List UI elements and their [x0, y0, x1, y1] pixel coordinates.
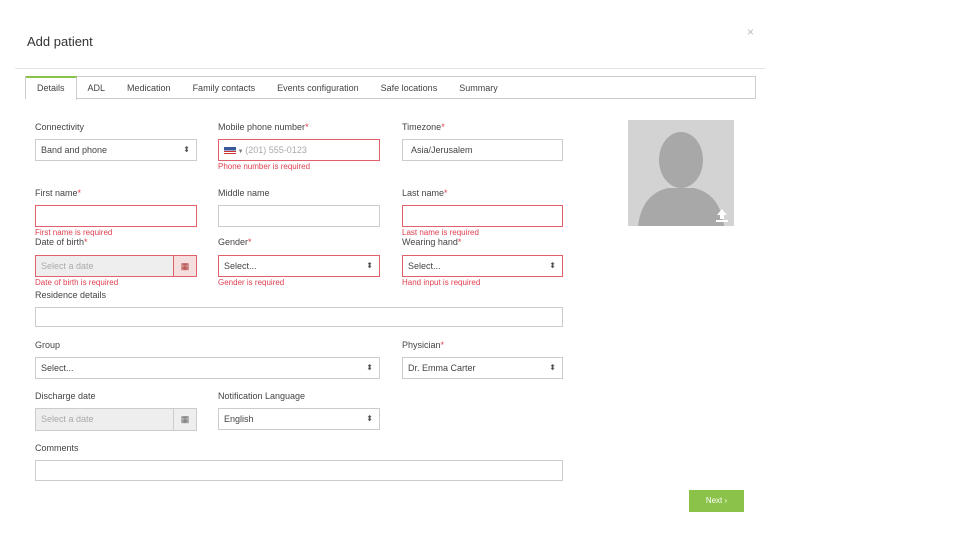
dob-label: Date of birth*: [35, 237, 88, 247]
first-name-label: First name*: [35, 188, 82, 198]
middle-name-label: Middle name: [218, 188, 270, 198]
avatar-upload[interactable]: [628, 120, 734, 226]
calendar-icon[interactable]: ▦: [173, 256, 196, 276]
divider: [15, 68, 765, 69]
us-flag-icon[interactable]: [224, 147, 236, 155]
physician-select[interactable]: Dr. Emma Carter ⬍: [402, 357, 563, 379]
hand-error: Hand input is required: [402, 278, 481, 287]
tab-events-configuration[interactable]: Events configuration: [266, 77, 370, 98]
connectivity-select[interactable]: Band and phone ⬍: [35, 139, 197, 161]
discharge-date-input[interactable]: Select a date ▦: [35, 408, 197, 431]
tab-medication[interactable]: Medication: [116, 77, 182, 98]
select-arrows-icon: ⬍: [366, 363, 373, 372]
select-arrows-icon: ⬍: [366, 414, 373, 423]
mobile-placeholder: (201) 555-0123: [245, 145, 307, 155]
hand-label: Wearing hand*: [402, 237, 462, 247]
next-button[interactable]: Next ›: [689, 490, 744, 512]
tab-adl[interactable]: ADL: [77, 77, 117, 98]
calendar-icon[interactable]: ▦: [173, 409, 196, 430]
mobile-phone-input[interactable]: ▼ (201) 555-0123: [218, 139, 380, 161]
gender-error: Gender is required: [218, 278, 285, 287]
tab-summary[interactable]: Summary: [448, 77, 509, 98]
timezone-input[interactable]: Asia/Jerusalem: [402, 139, 563, 161]
comments-input[interactable]: [35, 460, 563, 481]
connectivity-value: Band and phone: [41, 145, 108, 155]
last-name-input[interactable]: [402, 205, 563, 227]
mobile-label: Mobile phone number*: [218, 122, 309, 132]
wearing-hand-select[interactable]: Select... ⬍: [402, 255, 563, 277]
person-silhouette-icon: [628, 120, 734, 226]
physician-label: Physician*: [402, 340, 445, 350]
tab-safe-locations[interactable]: Safe locations: [370, 77, 449, 98]
residence-input[interactable]: [35, 307, 563, 327]
last-name-label: Last name*: [402, 188, 448, 198]
tab-bar: Details ADL Medication Family contacts E…: [25, 76, 756, 100]
select-arrows-icon: ⬍: [549, 261, 556, 270]
group-label: Group: [35, 340, 61, 350]
dialog-title: Add patient: [27, 34, 93, 49]
last-name-error: Last name is required: [402, 228, 479, 237]
close-icon[interactable]: ×: [747, 25, 754, 39]
gender-select[interactable]: Select... ⬍: [218, 255, 380, 277]
timezone-label: Timezone*: [402, 122, 445, 132]
language-label: Notification Language: [218, 391, 306, 401]
middle-name-input[interactable]: [218, 205, 380, 227]
first-name-input[interactable]: [35, 205, 197, 227]
select-arrows-icon: ⬍: [366, 261, 373, 270]
select-arrows-icon: ⬍: [183, 145, 190, 154]
residence-label: Residence details: [35, 290, 107, 300]
group-select[interactable]: Select... ⬍: [35, 357, 380, 379]
language-select[interactable]: English ⬍: [218, 408, 380, 430]
first-name-error: First name is required: [35, 228, 113, 237]
gender-label: Gender*: [218, 237, 252, 247]
connectivity-label: Connectivity: [35, 122, 85, 132]
discharge-label: Discharge date: [35, 391, 96, 401]
tab-family-contacts[interactable]: Family contacts: [182, 77, 267, 98]
dob-input[interactable]: Select a date ▦: [35, 255, 197, 277]
dob-error: Date of birth is required: [35, 278, 119, 287]
mobile-error: Phone number is required: [218, 162, 311, 171]
tab-details[interactable]: Details: [26, 76, 77, 100]
select-arrows-icon: ⬍: [549, 363, 556, 372]
comments-label: Comments: [35, 443, 79, 453]
